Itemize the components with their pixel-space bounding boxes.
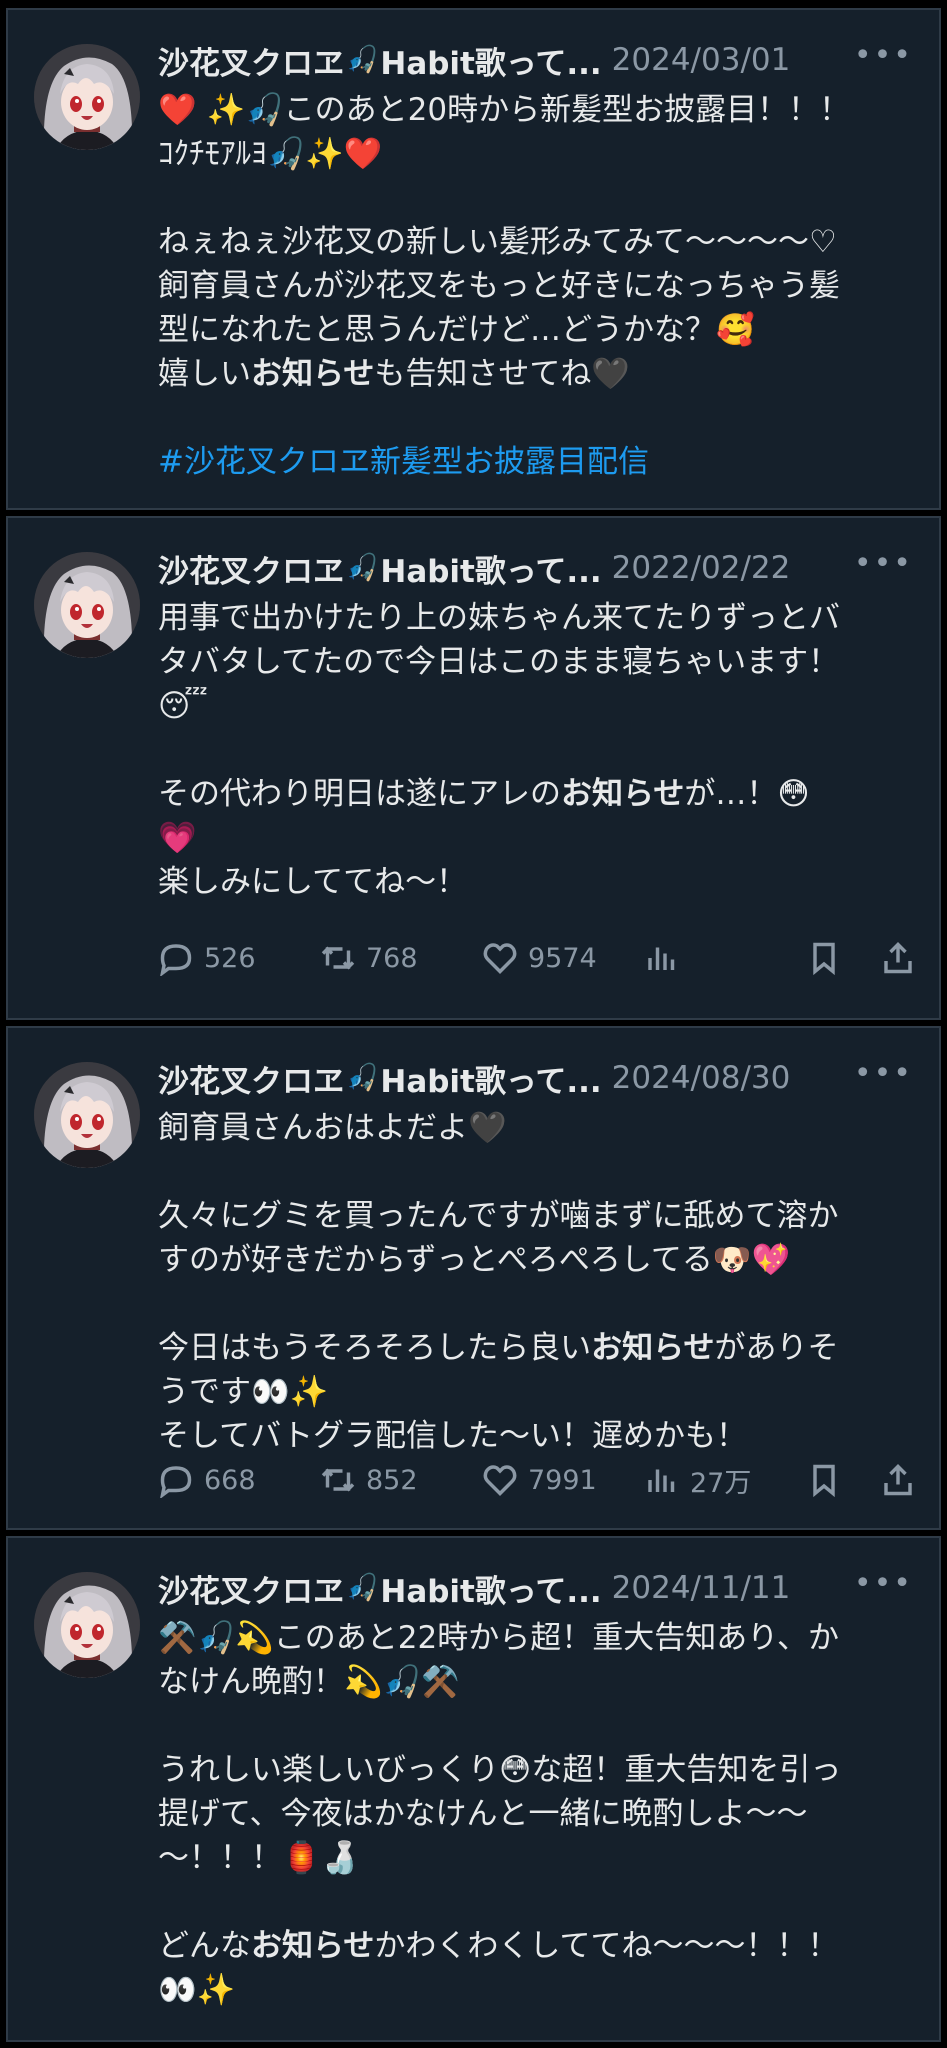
reply-count: 668	[204, 1464, 256, 1496]
avatar[interactable]	[34, 1062, 140, 1168]
tweet-card[interactable]: 沙花叉クロヱ 🎣 Habit歌って... 2024/03/01 ••• ❤️ ✨…	[6, 8, 941, 510]
retweet-button[interactable]: 852	[320, 1462, 418, 1498]
share-button[interactable]	[880, 1462, 916, 1498]
reply-button[interactable]: 668	[158, 1462, 256, 1498]
bookmark-icon	[806, 1462, 842, 1498]
tweet-card[interactable]: 沙花叉クロヱ 🎣 Habit歌って... 2022/02/22 ••• 用事で出…	[6, 516, 941, 1020]
reply-button[interactable]: 526	[158, 940, 256, 976]
tweet-text: ⚒️🎣💫このあと22時から超！重大告知あり、か なけん晩酌！💫🎣⚒️ うれしい楽…	[158, 1620, 842, 2008]
display-name[interactable]: 沙花叉クロヱ	[158, 1566, 344, 1611]
bold-keyword: お知らせ	[251, 1928, 375, 1964]
bold-keyword: お知らせ	[591, 1330, 715, 1366]
views-icon	[644, 940, 680, 976]
display-name[interactable]: 沙花叉クロヱ	[158, 546, 344, 591]
display-name[interactable]: 沙花叉クロヱ	[158, 38, 344, 83]
avatar[interactable]	[34, 44, 140, 150]
tweet-text: 用事で出かけたり上の妹ちゃん来てたりずっとバ タバタしてたので今日はこのまま寝ち…	[158, 600, 840, 900]
tweet-header: 沙花叉クロヱ 🎣 Habit歌って... 2024/03/01 •••	[158, 36, 913, 84]
bookmark-button[interactable]	[806, 940, 842, 976]
more-options-icon[interactable]: •••	[854, 38, 913, 73]
display-name-suffix[interactable]: Habit歌って...	[380, 546, 601, 591]
like-button[interactable]: 7991	[482, 1462, 597, 1498]
tweet-header: 沙花叉クロヱ 🎣 Habit歌って... 2022/02/22 •••	[158, 544, 913, 592]
fishing-mic-emoji: 🎣	[346, 45, 379, 75]
tweet-text: ❤️ ✨🎣このあと20時から新髪型お披露目！！！ ｺｸﾁﾓｱﾙﾖ🎣✨❤️ ねぇね…	[158, 92, 851, 480]
reply-icon	[158, 1462, 194, 1498]
action-bar: 526 768 9574	[158, 936, 913, 980]
views-icon	[644, 1462, 680, 1498]
bold-keyword: お知らせ	[251, 356, 375, 392]
tweet-text: 飼育員さんおはよだよ🖤 久々にグミを買ったんですが噛まずに舐めて溶か すのが好き…	[158, 1110, 839, 1454]
views-count: 27万	[690, 1467, 752, 1499]
views-button[interactable]: 27万	[644, 1461, 751, 1500]
retweet-count: 852	[366, 1464, 418, 1496]
avatar[interactable]	[34, 552, 140, 658]
bookmark-icon	[806, 940, 842, 976]
display-name-suffix[interactable]: Habit歌って...	[380, 1566, 601, 1611]
retweet-button[interactable]: 768	[320, 940, 418, 976]
retweet-icon	[320, 940, 356, 976]
tweet-date[interactable]: 2024/03/01	[612, 42, 791, 78]
tweet-header: 沙花叉クロヱ 🎣 Habit歌って... 2024/11/11 •••	[158, 1564, 913, 1612]
tweet-date[interactable]: 2022/02/22	[612, 550, 791, 586]
like-count: 7991	[528, 1464, 597, 1496]
like-icon	[482, 940, 518, 976]
display-name[interactable]: 沙花叉クロヱ	[158, 1056, 344, 1101]
more-options-icon[interactable]: •••	[854, 1566, 913, 1601]
tweet-card[interactable]: 沙花叉クロヱ 🎣 Habit歌って... 2024/11/11 ••• ⚒️🎣💫…	[6, 1536, 941, 2042]
like-icon	[482, 1462, 518, 1498]
fishing-mic-emoji: 🎣	[346, 1573, 379, 1603]
more-options-icon[interactable]: •••	[854, 1056, 913, 1091]
bold-keyword: お知らせ	[561, 776, 685, 812]
tweet-date[interactable]: 2024/11/11	[612, 1570, 791, 1606]
views-button[interactable]	[644, 940, 680, 976]
share-button[interactable]	[880, 940, 916, 976]
bookmark-button[interactable]	[806, 1462, 842, 1498]
tweet-date[interactable]: 2024/08/30	[612, 1060, 791, 1096]
like-button[interactable]: 9574	[482, 940, 597, 976]
display-name-suffix[interactable]: Habit歌って...	[380, 1056, 601, 1101]
reply-count: 526	[204, 942, 256, 974]
more-options-icon[interactable]: •••	[854, 546, 913, 581]
hashtag-link[interactable]: #沙花叉クロヱ新髪型お披露目配信	[158, 444, 649, 480]
share-icon	[880, 1462, 916, 1498]
retweet-count: 768	[366, 942, 418, 974]
display-name-suffix[interactable]: Habit歌って...	[380, 38, 601, 83]
retweet-icon	[320, 1462, 356, 1498]
tweet-card[interactable]: 沙花叉クロヱ 🎣 Habit歌って... 2024/08/30 ••• 飼育員さ…	[6, 1026, 941, 1530]
share-icon	[880, 940, 916, 976]
action-bar: 668 852 7991 27万	[158, 1458, 913, 1502]
fishing-mic-emoji: 🎣	[346, 553, 379, 583]
reply-icon	[158, 940, 194, 976]
tweet-header: 沙花叉クロヱ 🎣 Habit歌って... 2024/08/30 •••	[158, 1054, 913, 1102]
fishing-mic-emoji: 🎣	[346, 1063, 379, 1093]
like-count: 9574	[528, 942, 597, 974]
avatar[interactable]	[34, 1572, 140, 1678]
